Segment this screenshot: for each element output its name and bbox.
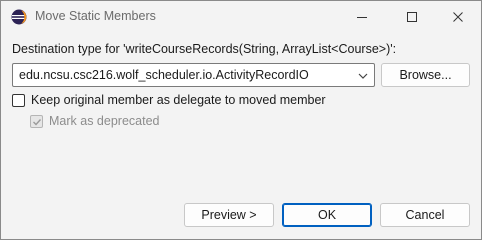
title-bar[interactable]: Move Static Members	[1, 1, 481, 32]
minimize-icon	[357, 12, 367, 22]
minimize-button[interactable]	[339, 1, 385, 32]
eclipse-icon	[11, 9, 27, 25]
close-icon	[453, 11, 463, 22]
move-static-members-dialog: Move Static Members Destination type for…	[0, 0, 482, 240]
maximize-button[interactable]	[389, 1, 435, 32]
close-button[interactable]	[435, 1, 481, 32]
checkmark-icon	[33, 118, 42, 126]
preview-button[interactable]: Preview >	[184, 203, 274, 227]
cancel-button[interactable]: Cancel	[380, 203, 470, 227]
window-title: Move Static Members	[35, 9, 156, 23]
keep-delegate-checkbox[interactable]	[12, 93, 25, 107]
keep-delegate-label: Keep original member as delegate to move…	[31, 93, 326, 107]
browse-button[interactable]: Browse...	[381, 63, 470, 87]
mark-deprecated-label: Mark as deprecated	[49, 114, 160, 128]
destination-type-label: Destination type for 'writeCourseRecords…	[12, 42, 397, 56]
mark-deprecated-checkbox	[30, 114, 43, 128]
chevron-down-icon[interactable]	[357, 70, 369, 82]
destination-type-value[interactable]: edu.ncsu.csc216.wolf_scheduler.io.Activi…	[19, 68, 309, 82]
ok-button[interactable]: OK	[282, 203, 372, 227]
maximize-icon	[407, 11, 417, 22]
destination-type-combo[interactable]: edu.ncsu.csc216.wolf_scheduler.io.Activi…	[12, 63, 375, 87]
keep-delegate-option[interactable]: Keep original member as delegate to move…	[12, 93, 326, 107]
mark-deprecated-option: Mark as deprecated	[30, 114, 159, 128]
